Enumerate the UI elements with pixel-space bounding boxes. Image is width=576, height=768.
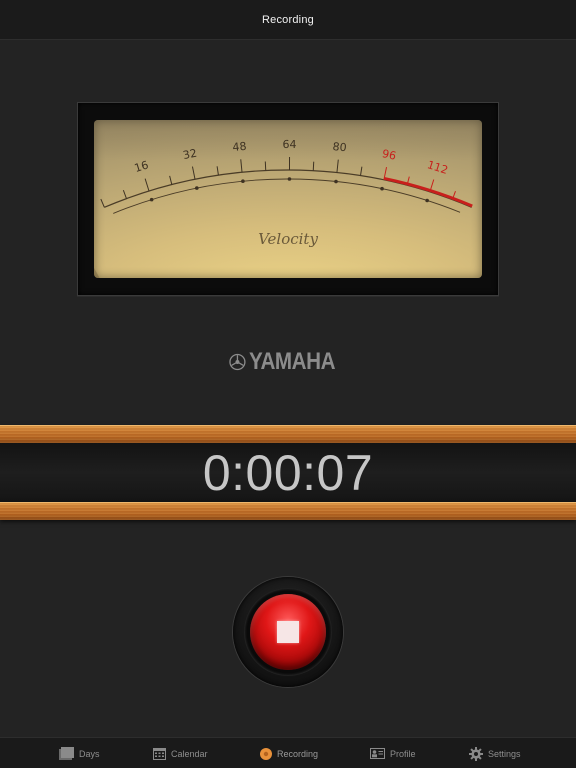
meter-needle [94,213,118,278]
navigation-bar: Recording [0,0,576,40]
meter-scale-label: 80 [332,140,347,154]
meter-dot [425,198,429,203]
meter-scale-label: 64 [283,138,297,151]
days-icon [59,747,74,760]
meter-tick [100,198,105,208]
tab-recording[interactable]: Recording [260,738,318,768]
yamaha-tuning-fork-icon [229,353,246,371]
calendar-icon [153,748,166,760]
gear-icon [469,746,483,761]
tab-profile[interactable]: Profile [370,738,416,768]
profile-icon [370,748,385,759]
meter-dot [334,179,338,184]
tab-calendar-label: Calendar [171,748,208,759]
meter-dot [149,197,154,202]
page-title: Recording [262,13,314,26]
meter-dot [287,177,292,181]
tab-recording-label: Recording [277,748,319,759]
meter-scale-label: 32 [182,147,198,163]
meter-label: Velocity [258,230,318,248]
tab-bar: Days Calendar Recording Profile Settings [0,737,576,768]
brand-name: YAMAHA [248,348,336,375]
meter-dot [195,186,199,190]
tab-calendar[interactable]: Calendar [153,738,208,768]
meter-dot [241,179,245,184]
meter-scale-label: 96 [381,147,397,163]
tab-days[interactable]: Days [59,738,100,768]
timer-display: 0:00:07 [0,443,576,502]
wood-trim-bottom [0,502,576,520]
velocity-meter: 16 32 48 64 80 96 112 Velocity [94,120,482,278]
meter-dial: 1632 48 64 80 96112 Velocity [94,120,482,278]
tab-settings[interactable]: Settings [469,738,521,768]
meter-dot [380,186,384,191]
tab-profile-label: Profile [390,748,416,759]
elapsed-time: 0:00:07 [202,444,374,501]
meter-needle-shadow [94,267,100,278]
tab-days-label: Days [79,748,100,759]
recording-icon [260,747,272,760]
wood-trim-top [0,425,576,443]
meter-scale-label: 48 [232,140,247,154]
brand-logo: YAMAHA [229,345,349,379]
tab-settings-label: Settings [488,748,521,759]
stop-icon[interactable] [277,621,299,643]
